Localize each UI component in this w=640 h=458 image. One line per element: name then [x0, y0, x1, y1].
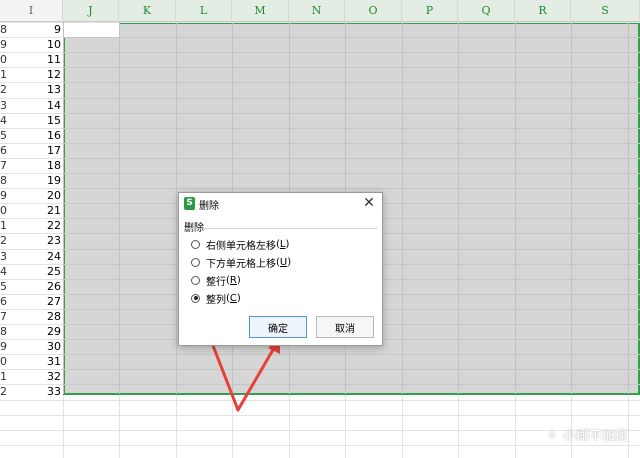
radio-icon[interactable] [191, 275, 200, 285]
option-shortcut: L [279, 238, 286, 250]
dialog-title: 删除 [199, 201, 219, 212]
option-shortcut: U [279, 256, 288, 268]
radio-icon[interactable] [191, 239, 200, 249]
option-shortcut: C [229, 292, 237, 304]
option-shift-up[interactable]: 下方单元格上移(U) [191, 255, 291, 270]
delete-dialog: S 删除 ✕ 删除 右侧单元格左移(L) 下方单元格上移(U) 整行(R) 整列… [178, 192, 383, 346]
dialog-title-bar[interactable]: S 删除 ✕ [179, 193, 382, 215]
option-label: 整行 [206, 276, 226, 288]
option-shift-left[interactable]: 右侧单元格左移(L) [191, 237, 289, 252]
group-label: 删除 [184, 219, 204, 234]
radio-icon[interactable] [191, 257, 200, 267]
option-label: 右侧单元格左移 [206, 240, 276, 252]
close-icon[interactable]: ✕ [362, 195, 376, 211]
wps-logo-icon: S [184, 197, 195, 210]
circle-logo-icon: ◎ [544, 427, 559, 442]
option-entire-row[interactable]: 整行(R) [191, 273, 241, 288]
option-label: 下方单元格上移 [206, 258, 276, 270]
group-divider [184, 228, 377, 229]
option-shortcut: R [229, 274, 237, 286]
option-label: 整列 [206, 294, 226, 306]
radio-selected-icon[interactable] [191, 293, 200, 303]
spreadsheet: I J K L M N O P Q R S 8 9 9 10 0 11 1 12 2 13 3 14 4… [0, 0, 640, 458]
ok-button[interactable]: 确定 [249, 316, 307, 338]
watermark: ◎ 小椰不加班 [544, 425, 628, 444]
watermark-text: 小椰不加班 [562, 429, 628, 444]
logo-letter: S [186, 198, 193, 208]
cancel-button[interactable]: 取消 [316, 316, 374, 338]
option-entire-column[interactable]: 整列(C) [191, 291, 241, 306]
arrow-to-ok-button [236, 346, 276, 412]
